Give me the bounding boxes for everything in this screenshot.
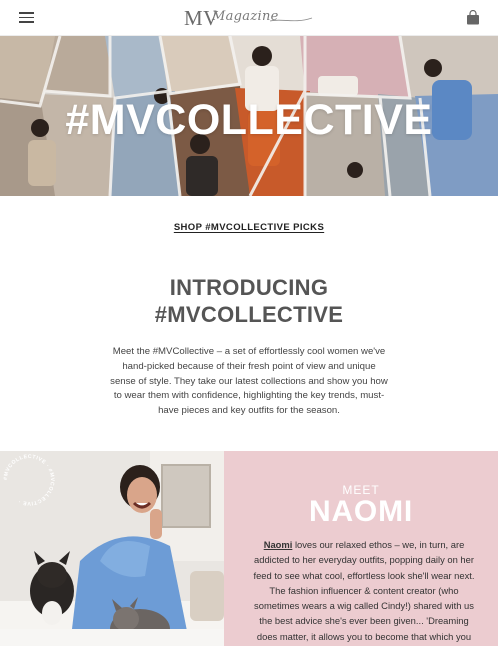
hamburger-menu-icon[interactable] [19,12,34,23]
influencer-name: NAOMI [309,495,413,528]
shopping-bag-icon[interactable] [466,10,480,25]
logo-swash [269,17,313,22]
hero-banner[interactable]: #MVCOLLECTIVE [0,36,498,196]
collective-badge-icon: #MVCOLLECTIVE · #MVCOLLECTIVE · [3,454,55,506]
feature-photo: #MVCOLLECTIVE · #MVCOLLECTIVE · [0,451,224,646]
site-header: MV Magazine [0,0,498,36]
feature-panel: MEET NAOMI Naomi loves our relaxed ethos… [224,451,498,646]
naomi-profile-link[interactable]: Naomi [264,539,293,550]
intro-body: Meet the #MVCollective – a set of effort… [110,346,388,417]
feature-section: #MVCOLLECTIVE · #MVCOLLECTIVE · MEET NAO… [0,451,498,646]
intro-title: INTRODUCING #MVCOLLECTIVE [0,274,498,328]
shop-collective-picks-link[interactable]: SHOP #MVCOLLECTIVE PICKS [174,222,324,233]
feature-body: Naomi loves our relaxed ethos – we, in t… [250,537,478,646]
site-logo[interactable]: MV Magazine [182,4,316,32]
shop-link-container: SHOP #MVCOLLECTIVE PICKS [0,222,498,233]
feature-body-text: loves our relaxed ethos – we, in turn, a… [253,539,475,642]
intro-title-line1: INTRODUCING [169,275,329,300]
hero-title: #MVCOLLECTIVE [65,96,433,144]
intro-title-line2: #MVCOLLECTIVE [154,302,344,327]
svg-text:#MVCOLLECTIVE · #MVCOLLECTIVE: #MVCOLLECTIVE · #MVCOLLECTIVE · [3,454,55,506]
